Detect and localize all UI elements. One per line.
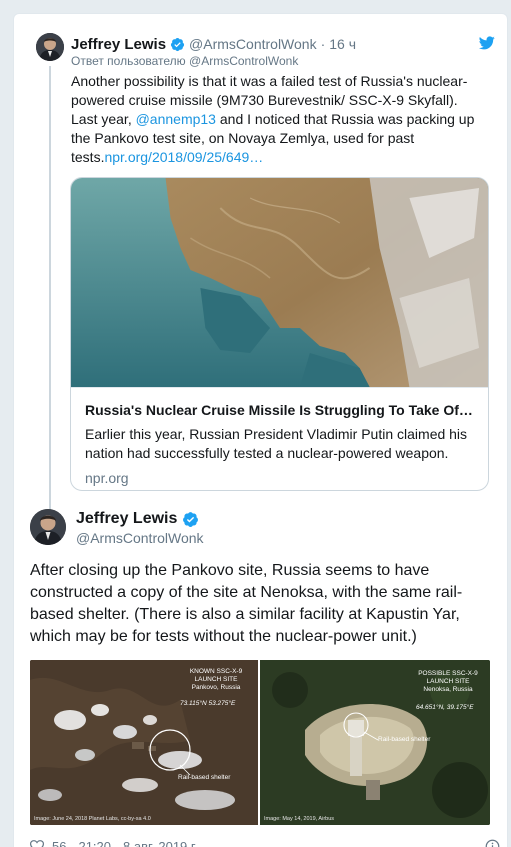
article-link[interactable]: npr.org/2018/09/25/649… xyxy=(104,149,263,165)
card-image xyxy=(71,178,488,387)
main-tweet-text: After closing up the Pankovo site, Russi… xyxy=(30,562,463,645)
tweet-time[interactable]: 16 ч xyxy=(329,36,356,52)
photo-label: KNOWN SSC-X-9 LAUNCH SITE Pankovo, Russi… xyxy=(189,668,243,691)
verified-badge-icon xyxy=(183,511,199,527)
card-title[interactable]: Russia's Nuclear Cruise Missile Is Strug… xyxy=(85,402,475,418)
tweet-text: Another possibility is that it was a fai… xyxy=(71,72,481,167)
parent-tweet[interactable]: Jeffrey Lewis @ArmsControlWonk · 16 ч От… xyxy=(14,14,507,514)
photo-credit: Image: May 14, 2019, Airbus xyxy=(264,816,335,822)
thread-line xyxy=(49,66,51,511)
tweet-footer: 56 21:20 8 авг. 2019 г. xyxy=(30,836,500,847)
tweet-time[interactable]: 21:20 xyxy=(78,839,111,847)
main-avatar[interactable] xyxy=(30,509,66,545)
link-preview-card[interactable]: Russia's Nuclear Cruise Missile Is Strug… xyxy=(70,177,489,491)
author-name[interactable]: Jeffrey Lewis xyxy=(71,36,166,53)
photo-nenoksa[interactable]: POSSIBLE SSC-X-9 LAUNCH SITE Nenoksa, Ru… xyxy=(260,660,490,825)
photo-shelter-label: Rail-based shelter xyxy=(178,774,231,781)
reply-handle-link[interactable]: @ArmsControlWonk xyxy=(189,54,298,68)
card-body: Russia's Nuclear Cruise Missile Is Strug… xyxy=(71,387,488,490)
like-heart-icon[interactable] xyxy=(30,839,44,847)
verified-badge-icon xyxy=(170,37,185,51)
card-domain: npr.org xyxy=(85,470,129,486)
twitter-bird-icon[interactable] xyxy=(479,36,495,50)
separator-dot: · xyxy=(320,36,326,52)
photo-credit: Image: June 24, 2018 Planet Labs, cc-by-… xyxy=(34,816,151,822)
author-handle[interactable]: @ArmsControlWonk xyxy=(189,36,317,52)
photo-coords: 73.115°N 53.275°E xyxy=(180,700,236,707)
photo-shelter-label: Rail-based shelter xyxy=(378,736,431,743)
card-description: Earlier this year, Russian President Vla… xyxy=(85,426,468,461)
avatar[interactable] xyxy=(36,33,64,61)
reply-context: Ответ пользователю @ArmsControlWonk xyxy=(71,54,298,68)
reply-prefix: Ответ пользователю xyxy=(71,54,186,68)
tweet-date[interactable]: 8 авг. 2019 г. xyxy=(123,839,198,847)
main-author-handle[interactable]: @ArmsControlWonk xyxy=(76,530,204,546)
main-author-name[interactable]: Jeffrey Lewis xyxy=(76,510,177,528)
tweet-photos: KNOWN SSC-X-9 LAUNCH SITE Pankovo, Russi… xyxy=(30,660,490,825)
tweet-embed: Jeffrey Lewis @ArmsControlWonk · 16 ч От… xyxy=(13,13,508,847)
photo-pankovo[interactable]: KNOWN SSC-X-9 LAUNCH SITE Pankovo, Russi… xyxy=(30,660,258,825)
like-count[interactable]: 56 xyxy=(52,839,66,847)
mention-link[interactable]: @annemp13 xyxy=(136,111,216,127)
info-icon[interactable] xyxy=(485,839,500,847)
main-author: Jeffrey Lewis xyxy=(76,510,203,528)
photo-label: POSSIBLE SSC-X-9 LAUNCH SITE Nenoksa, Ru… xyxy=(418,670,478,693)
tweet-header: Jeffrey Lewis @ArmsControlWonk · 16 ч xyxy=(71,34,356,54)
photo-coords: 64.651°N, 39.175°E xyxy=(416,704,474,711)
